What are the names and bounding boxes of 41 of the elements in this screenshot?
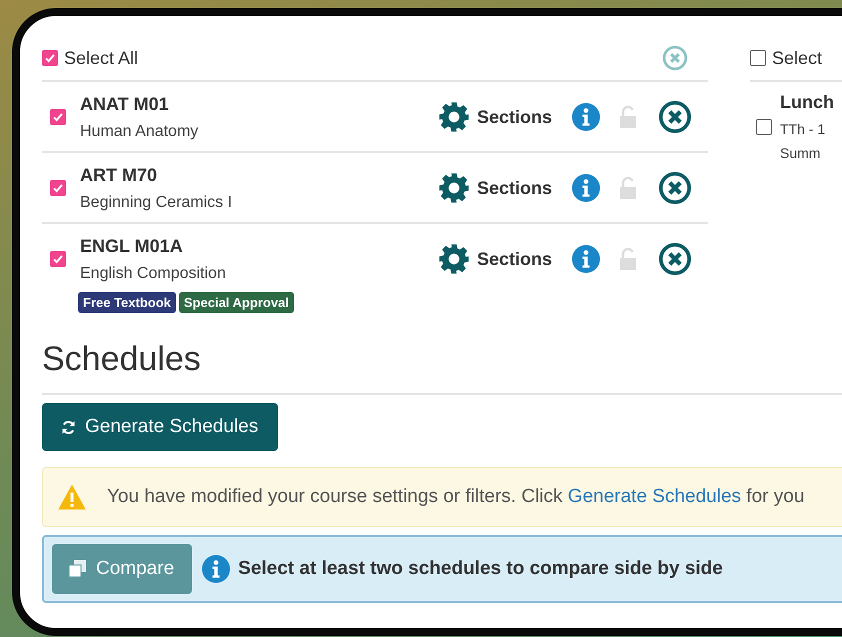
checkbox[interactable] — [50, 109, 66, 125]
course-code: ART M70 — [80, 164, 158, 186]
info-icon[interactable] — [572, 174, 600, 202]
break-title: Lunch — [780, 92, 834, 113]
warning-icon — [57, 483, 87, 511]
course-code: ENGL M01A — [80, 236, 184, 256]
tag: Special Approval — [178, 292, 294, 313]
copy-icon — [68, 559, 88, 579]
gear-icon — [438, 172, 470, 204]
info-icon — [202, 555, 230, 583]
tag: Free Textbook — [78, 292, 176, 313]
info-icon[interactable] — [572, 245, 600, 273]
course-title: English Composition — [80, 264, 226, 282]
sections-button[interactable]: Sections — [438, 243, 552, 275]
checkbox[interactable] — [750, 50, 766, 66]
sections-button[interactable]: Sections — [438, 101, 552, 133]
warning-message: You have modified your course settings or filters. Click Generate Schedules for you — [107, 486, 804, 508]
course-title: Human Anatomy — [80, 122, 198, 140]
gear-icon — [438, 243, 470, 275]
select-all-label[interactable]: Select All — [64, 48, 138, 68]
remove-icon[interactable] — [658, 100, 692, 134]
compare-hint: Select at least two schedules to compare side by side — [238, 558, 723, 580]
course-code: ANAT M01 — [80, 94, 170, 114]
sections-button[interactable]: Sections — [438, 172, 552, 204]
select-label[interactable]: Select — [772, 48, 822, 68]
gear-icon — [438, 101, 470, 133]
info-icon[interactable] — [572, 103, 600, 131]
checkbox[interactable] — [50, 251, 66, 267]
section-heading: Schedules — [42, 340, 842, 395]
refresh-icon — [60, 418, 77, 436]
course-title: Beginning Ceramics I — [80, 194, 232, 212]
checkbox[interactable] — [42, 50, 58, 66]
checkbox[interactable] — [50, 180, 66, 196]
break-term: Summ — [780, 145, 822, 161]
remove-all-icon[interactable] — [662, 45, 688, 71]
generate-schedules-button[interactable]: Generate Schedules — [42, 403, 278, 451]
generate-schedules-link[interactable]: Generate Schedules — [568, 486, 742, 507]
remove-icon[interactable] — [658, 242, 692, 276]
remove-icon[interactable] — [658, 171, 692, 205]
break-days: TTh - 1 — [780, 121, 834, 137]
checkbox[interactable] — [756, 118, 772, 134]
